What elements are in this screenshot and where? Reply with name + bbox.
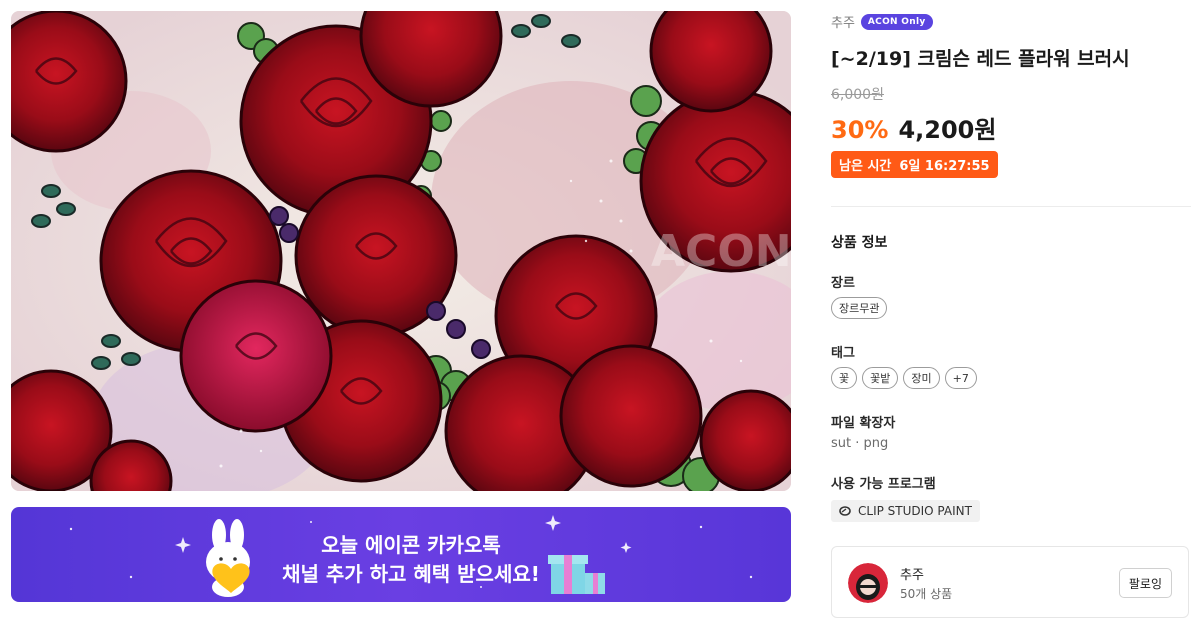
brand-name[interactable]: 추주 bbox=[831, 12, 855, 31]
seller-product-count: 50개 상품 bbox=[900, 587, 953, 601]
program-label: 사용 가능 프로그램 bbox=[831, 477, 936, 492]
follow-button[interactable]: 팔로잉 bbox=[1118, 568, 1172, 598]
seller-card[interactable]: 추주 50개 상품 팔로잉 bbox=[831, 546, 1189, 618]
genre-label: 장르 bbox=[831, 276, 855, 291]
genre-chip[interactable]: 장르무관 bbox=[831, 297, 888, 319]
program-chip: CLIP STUDIO PAINT bbox=[831, 500, 980, 522]
product-title: [~2/19] 크림슨 레드 플라워 브러시 bbox=[831, 48, 1130, 70]
banner-text: 오늘 에이콘 카카오톡 채널 추가 하고 혜택 받으세요! bbox=[261, 531, 561, 589]
time-remaining-badge: 남은 시간 6일 16:27:55 bbox=[831, 151, 998, 178]
sale-price: 4,200원 bbox=[898, 116, 997, 144]
product-info-panel: 추주 ACON Only [~2/19] 크림슨 레드 플라워 브러시 6,00… bbox=[831, 0, 1191, 631]
image-watermark: ACON bbox=[651, 226, 791, 277]
discount-rate: 30% bbox=[831, 116, 889, 144]
timer-value: 6일 16:27:55 bbox=[899, 159, 990, 174]
tag-more-chip[interactable]: +7 bbox=[944, 367, 977, 389]
brand-row: 추주 ACON Only bbox=[831, 12, 933, 31]
product-image[interactable]: ACON bbox=[11, 11, 791, 491]
tag-label: 태그 bbox=[831, 346, 855, 361]
avatar-image bbox=[848, 563, 888, 603]
tag-chip[interactable]: 꽃밭 bbox=[862, 367, 899, 389]
price-row: 30% 4,200원 bbox=[831, 110, 996, 145]
rose-illustration: ACON bbox=[11, 11, 791, 491]
file-extension-label: 파일 확장자 bbox=[831, 416, 896, 431]
tag-chip[interactable]: 꽃 bbox=[831, 367, 858, 389]
banner-line-1: 오늘 에이콘 카카오톡 bbox=[321, 533, 501, 557]
timer-label: 남은 시간 bbox=[839, 159, 892, 174]
acon-only-badge: ACON Only bbox=[860, 13, 933, 30]
divider bbox=[831, 206, 1191, 207]
seller-name[interactable]: 추주 bbox=[900, 564, 924, 583]
tag-chips: 꽃 꽃밭 장미 +7 bbox=[831, 367, 977, 389]
tag-chip[interactable]: 장미 bbox=[903, 367, 940, 389]
original-price: 6,000원 bbox=[831, 87, 884, 103]
section-title-product-info: 상품 정보 bbox=[831, 235, 888, 251]
banner-line-2: 채널 추가 하고 혜택 받으세요! bbox=[282, 562, 540, 586]
kakao-channel-banner[interactable]: 오늘 에이콘 카카오톡 채널 추가 하고 혜택 받으세요! bbox=[11, 507, 791, 602]
file-extension-value: sut · png bbox=[831, 436, 889, 451]
rabbit-character-icon bbox=[206, 519, 250, 597]
genre-chips: 장르무관 bbox=[831, 297, 888, 319]
seller-avatar[interactable] bbox=[848, 563, 888, 603]
program-name: CLIP STUDIO PAINT bbox=[858, 504, 972, 518]
clip-studio-icon bbox=[839, 506, 851, 516]
